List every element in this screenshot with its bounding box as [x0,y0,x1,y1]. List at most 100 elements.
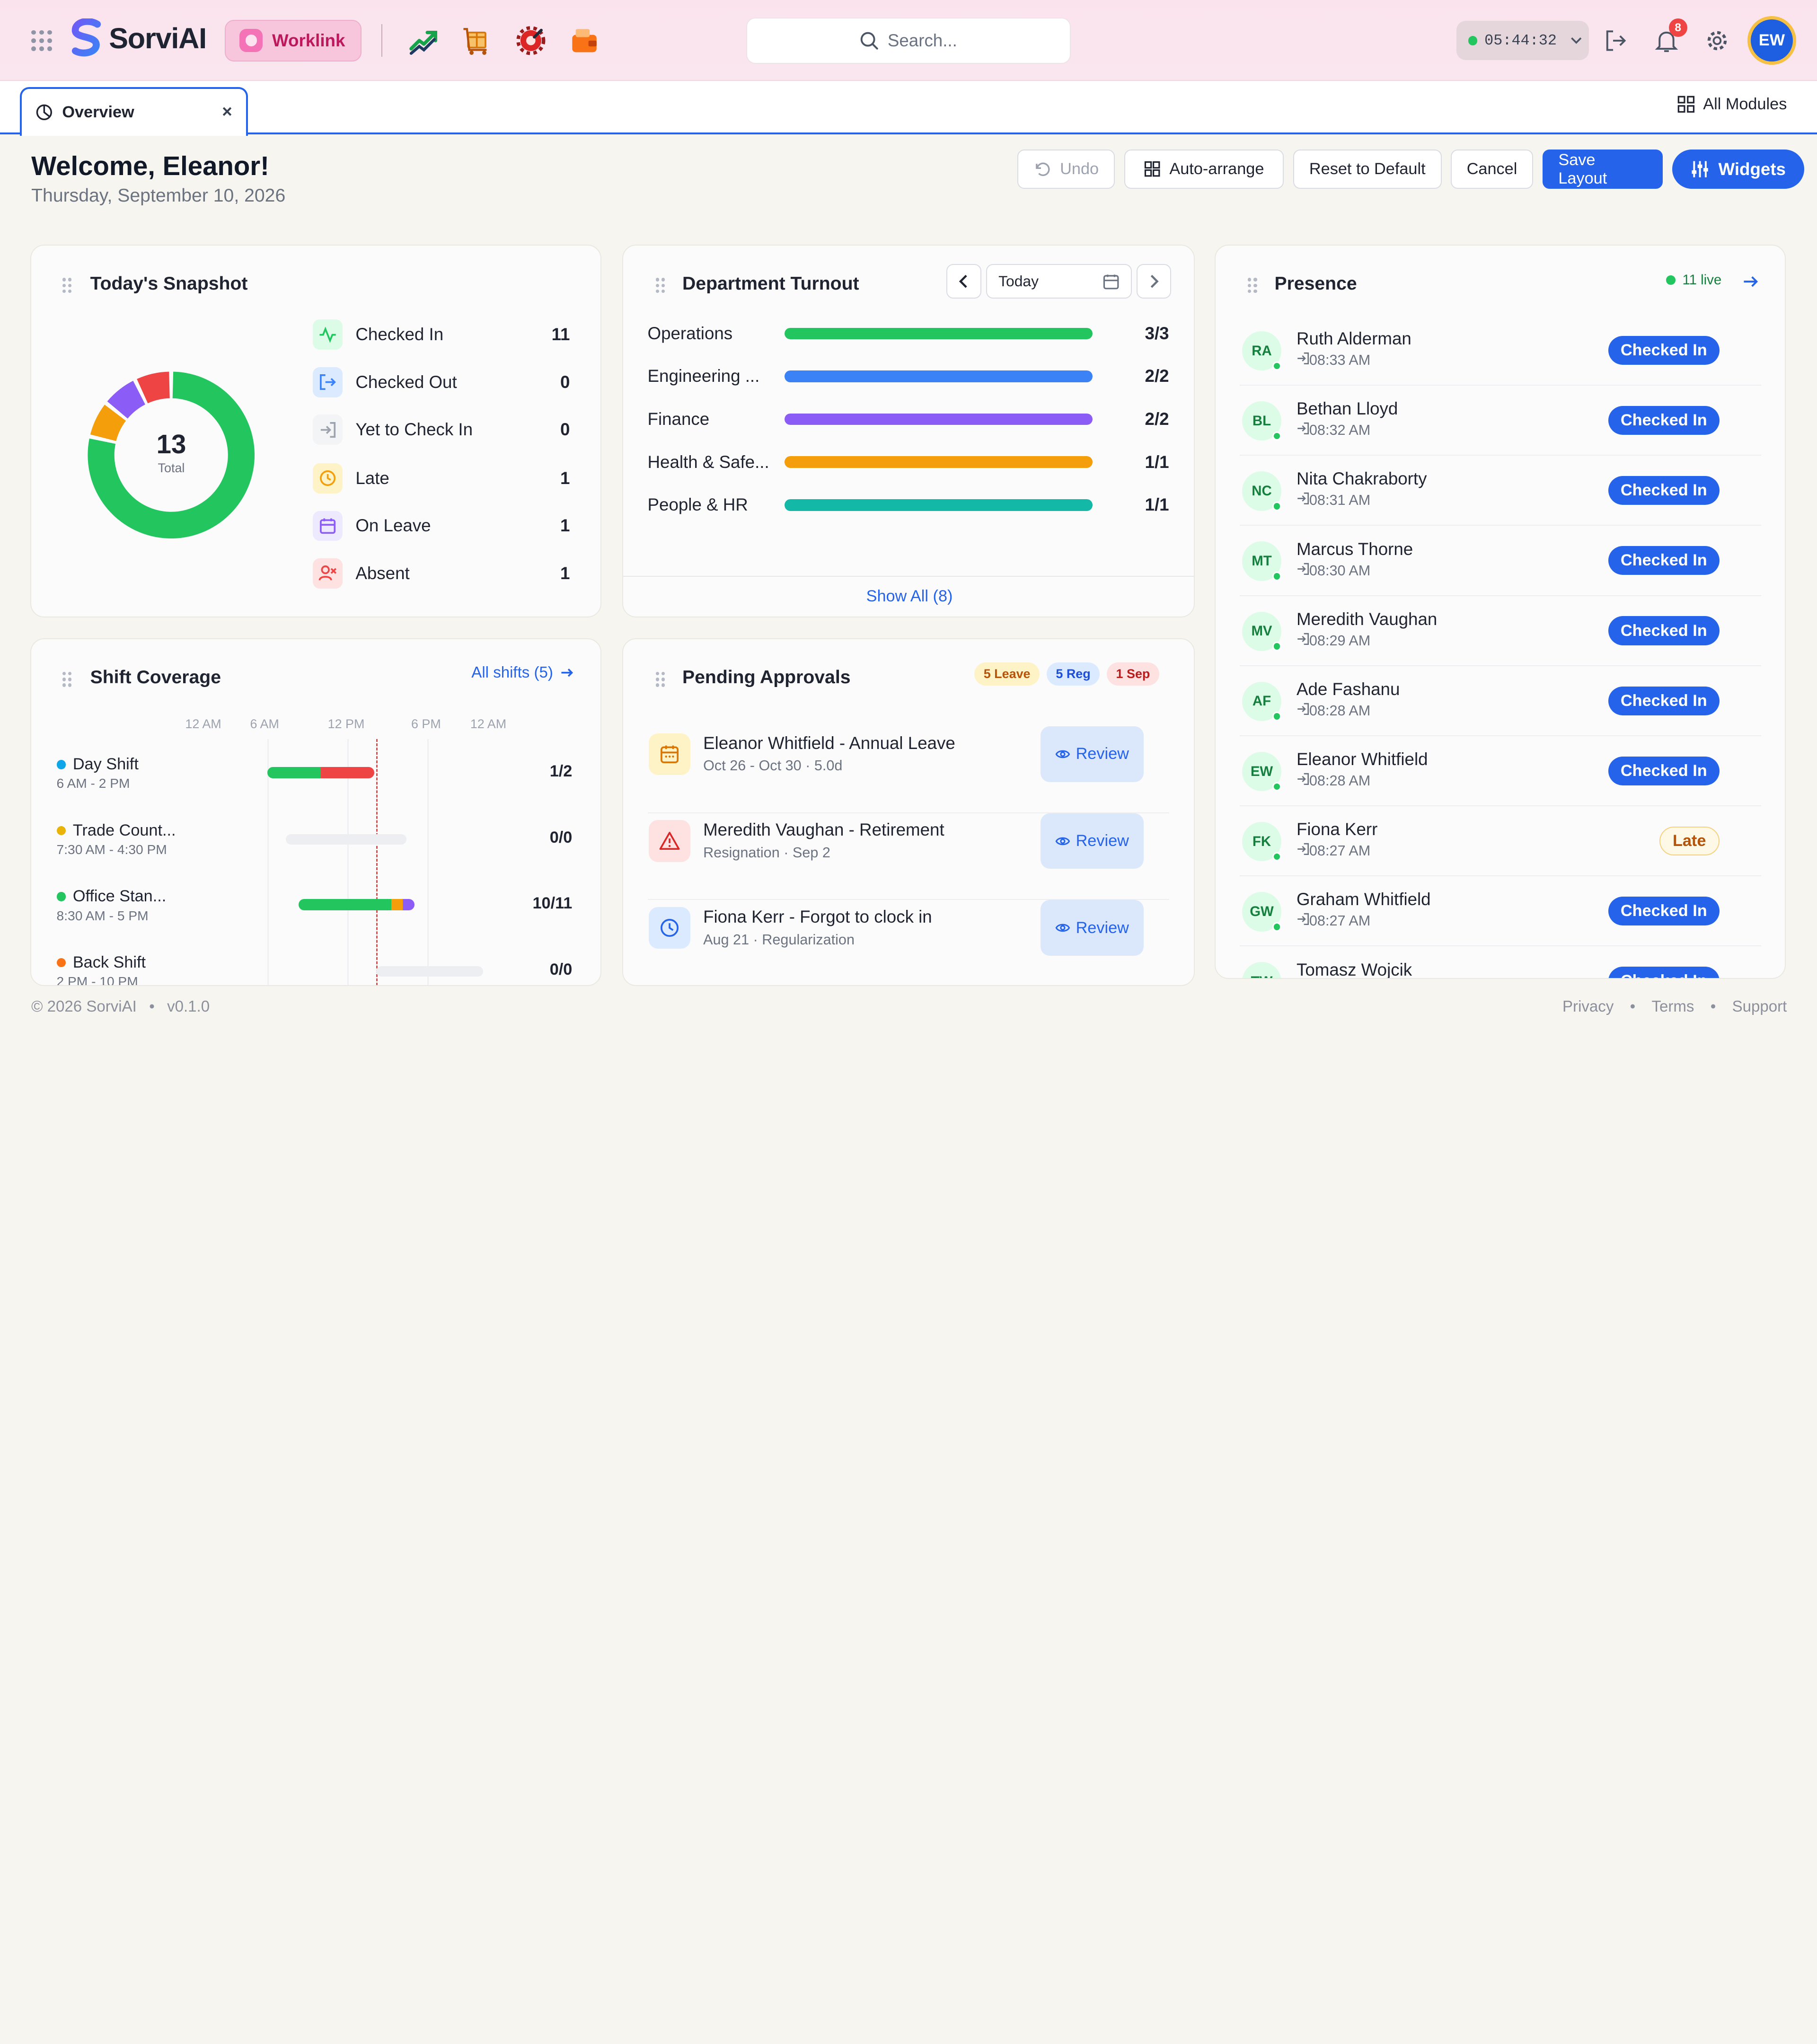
avatar: RA [1242,331,1282,371]
tab-overview[interactable]: Overview × [19,87,248,136]
status-badge: Checked In [1608,616,1720,645]
leave-count-chip[interactable]: 5 Leave [974,662,1040,686]
arrow-right-icon[interactable] [1743,273,1759,290]
presence-row[interactable]: FK Fiona Kerr 08:27 AM Late [1239,807,1762,877]
snapshot-row-checked-in[interactable]: Checked In 11 [312,319,570,350]
person-name: Tomasz Wojcik [1296,960,1412,979]
undo-button[interactable]: Undo [1017,149,1115,189]
logo-mark-icon [71,18,101,57]
regularization-count-chip[interactable]: 5 Reg [1046,662,1100,686]
privacy-link[interactable]: Privacy [1562,998,1614,1016]
presence-row[interactable]: TW Tomasz Wojcik Checked In [1240,947,1761,979]
terms-link[interactable]: Terms [1652,998,1694,1016]
dept-bar-fill [784,370,1093,382]
avatar-initials: EW [1250,763,1273,779]
presence-row[interactable]: BL Bethan Lloyd 08:32 AM Checked In [1239,386,1762,456]
dept-row[interactable]: Operations 3/3 [648,323,1169,344]
auto-arrange-button[interactable]: Auto-arrange [1124,149,1284,189]
all-modules-button[interactable]: All Modules [1677,95,1787,114]
tab-close-icon[interactable]: × [222,102,232,122]
snapshot-row-yet-to-check-in[interactable]: Yet to Check In 0 [312,414,570,445]
widgets-button[interactable]: Widgets [1672,149,1804,189]
snapshot-row-on-leave[interactable]: On Leave 1 [312,511,570,541]
presence-row[interactable]: GW Graham Whitfield 08:27 AM Checked In [1239,877,1762,947]
check-in-time-value: 08:30 AM [1309,562,1371,579]
approval-row[interactable]: Fiona Kerr - Forgot to clock in Aug 21 ·… [648,900,1169,985]
dept-row[interactable]: Finance 2/2 [648,409,1169,430]
snapshot-row-checked-out[interactable]: Checked Out 0 [312,367,570,397]
dept-name: Health & Safe... [647,452,769,472]
eye-icon [1055,750,1070,758]
trending-chart-icon[interactable] [409,26,439,56]
wallet-icon[interactable] [569,26,599,56]
date-picker-value: Today [998,273,1039,290]
copyright: © 2026 SorviAI [31,997,137,1015]
dept-bar-fill [784,456,1093,468]
module-label: Worklink [272,30,345,50]
avatar-initials: RA [1252,343,1272,359]
modules-grid-icon [1678,96,1695,113]
check-in-time: 08:27 AM [1297,913,1370,929]
dept-name: Finance [647,409,710,429]
presence-row[interactable]: NC Nita Chakraborty 08:31 AM Checked In [1239,456,1762,526]
drag-handle-icon[interactable] [1248,278,1257,293]
snapshot-label: Checked Out [355,372,457,392]
eye-icon [1055,924,1070,932]
dept-row[interactable]: Health & Safe... 1/1 [648,452,1169,473]
gear-wrench-icon[interactable] [516,26,546,56]
prev-day-button[interactable] [946,264,981,299]
person-name: Ade Fashanu [1296,679,1400,699]
live-dot [1666,275,1676,285]
user-avatar[interactable]: EW [1747,16,1796,65]
show-all-link[interactable]: Show All (8) [623,587,1194,606]
box-cart-icon[interactable] [462,26,493,56]
snapshot-row-absent[interactable]: Absent 1 [312,558,570,589]
clock-timer-dropdown[interactable]: 05:44:32 [1456,21,1589,61]
snapshot-row-late[interactable]: Late 1 [312,463,570,493]
shift-name-text: Office Stan... [72,887,167,906]
review-button[interactable]: Review [1040,900,1144,956]
logout-icon[interactable] [1603,28,1628,53]
presence-row[interactable]: AF Ade Fashanu 08:28 AM Checked In [1239,667,1762,736]
module-worklink-button[interactable]: Worklink [225,19,362,62]
drag-handle-icon[interactable] [62,278,72,293]
approval-row[interactable]: Eleanor Whitfield - Annual Leave Oct 26 … [647,726,1169,813]
drag-handle-icon[interactable] [62,671,72,687]
check-in-time: 08:27 AM [1297,843,1370,859]
date-picker-input[interactable]: Today [986,264,1132,299]
app-logo[interactable]: SorviAI [70,18,207,58]
page: SorviAI Worklink Search... 05:44:32 8 EW… [0,0,1817,1022]
dept-row[interactable]: People & HR 1/1 [648,494,1169,515]
presence-row[interactable]: MT Marcus Thorne 08:30 AM Checked In [1239,527,1762,596]
search-input[interactable]: Search... [746,17,1071,64]
turnout-title: Department Turnout [682,273,859,294]
next-day-button[interactable] [1136,264,1172,299]
review-button[interactable]: Review [1040,726,1144,782]
check-in-time: 08:28 AM [1297,773,1370,789]
app-grid-icon[interactable] [31,30,53,51]
snapshot-label: Yet to Check In [355,420,473,440]
snapshot-value: 0 [560,372,570,392]
online-dot [1272,852,1282,862]
support-link[interactable]: Support [1732,998,1787,1016]
reset-default-button[interactable]: Reset to Default [1293,149,1442,189]
all-shifts-link[interactable]: All shifts (5) [471,664,574,682]
cancel-button[interactable]: Cancel [1451,149,1533,189]
presence-row[interactable]: RA Ruth Alderman 08:33 AM Checked In [1239,316,1762,386]
presence-row[interactable]: MV Meredith Vaughan 08:29 AM Checked In [1239,597,1762,666]
settings-gear-icon[interactable] [1704,28,1730,53]
separation-count-chip[interactable]: 1 Sep [1106,662,1159,686]
approval-row[interactable]: Meredith Vaughan - Retirement Resignatio… [647,813,1169,900]
status-badge: Checked In [1608,335,1720,365]
person-name: Meredith Vaughan [1296,609,1438,629]
review-button[interactable]: Review [1040,813,1144,869]
clock-icon [648,907,691,949]
dept-row[interactable]: Engineering ... 2/2 [648,366,1169,387]
presence-row[interactable]: EW Eleanor Whitfield 08:28 AM Checked In [1239,737,1762,807]
drag-handle-icon[interactable] [655,278,665,293]
drag-handle-icon[interactable] [655,671,665,687]
dept-value: 1/1 [1145,452,1169,472]
live-count: 11 live [1666,272,1721,288]
save-layout-button[interactable]: Save Layout [1542,149,1663,189]
check-in-time: 08:32 AM [1297,422,1370,439]
